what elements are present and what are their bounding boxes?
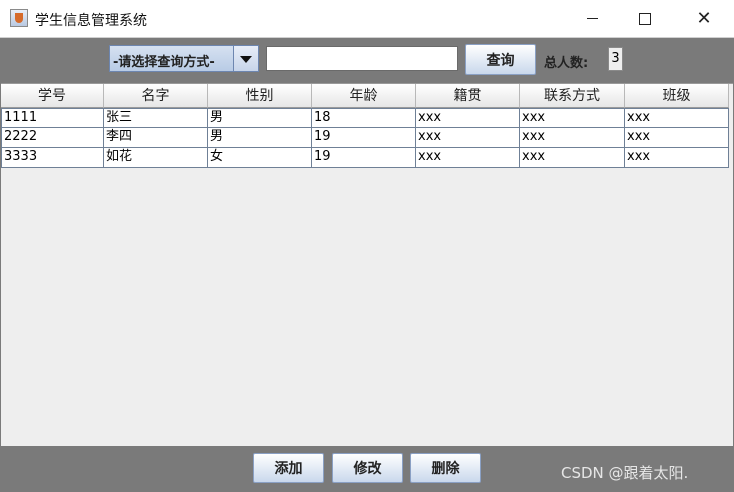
- table-cell[interactable]: 1111: [1, 108, 104, 128]
- table-cell[interactable]: 张三: [104, 108, 208, 128]
- table-cell[interactable]: 李四: [104, 128, 208, 148]
- total-count-label: 总人数:: [544, 56, 589, 71]
- edit-button[interactable]: 修改: [332, 453, 403, 483]
- table-cell[interactable]: 19: [312, 148, 416, 168]
- table-cell[interactable]: 18: [312, 108, 416, 128]
- query-input[interactable]: [266, 46, 458, 71]
- minimize-button[interactable]: [564, 0, 620, 37]
- minimize-icon: [586, 18, 598, 19]
- total-count-value: 3: [608, 47, 623, 71]
- query-button[interactable]: 查询: [465, 44, 536, 75]
- table-cell[interactable]: xxx: [520, 148, 625, 168]
- maximize-button[interactable]: [617, 0, 673, 37]
- table-cell[interactable]: 19: [312, 128, 416, 148]
- table-cell[interactable]: xxx: [625, 128, 729, 148]
- action-bar: 添加 修改 删除 CSDN @跟着太阳.: [0, 446, 734, 492]
- table-cell[interactable]: xxx: [625, 148, 729, 168]
- table-cell[interactable]: 男: [208, 128, 312, 148]
- table-header: 学号 名字 性别 年龄 籍贯 联系方式 班级: [1, 84, 733, 108]
- query-toolbar: -请选择查询方式- 查询 总人数: 3: [0, 38, 734, 83]
- close-icon: ✕: [696, 8, 712, 29]
- column-header-name[interactable]: 名字: [104, 84, 208, 108]
- table-cell[interactable]: xxx: [416, 128, 520, 148]
- table-cell[interactable]: xxx: [416, 148, 520, 168]
- table-cell[interactable]: 2222: [1, 128, 104, 148]
- column-header-contact[interactable]: 联系方式: [520, 84, 625, 108]
- table-row[interactable]: 1111 张三 男 18 xxx xxx xxx: [1, 108, 731, 128]
- column-header-gender[interactable]: 性别: [208, 84, 312, 108]
- table-body: 1111 张三 男 18 xxx xxx xxx 2222 李四 男 19 xx…: [1, 108, 731, 168]
- table-cell[interactable]: 如花: [104, 148, 208, 168]
- close-button[interactable]: ✕: [676, 0, 732, 37]
- table-cell[interactable]: 女: [208, 148, 312, 168]
- table-cell[interactable]: xxx: [520, 108, 625, 128]
- column-header-age[interactable]: 年龄: [312, 84, 416, 108]
- column-header-id[interactable]: 学号: [1, 84, 104, 108]
- add-button[interactable]: 添加: [253, 453, 324, 483]
- table-row[interactable]: 3333 如花 女 19 xxx xxx xxx: [1, 148, 731, 168]
- student-table[interactable]: 学号 名字 性别 年龄 籍贯 联系方式 班级 1111 张三 男 18 xxx …: [1, 83, 733, 447]
- app-window: 学生信息管理系统 ✕ -请选择查询方式- 查询 总人数: 3 学号 名字 性别 …: [0, 0, 734, 492]
- table-cell[interactable]: xxx: [625, 108, 729, 128]
- query-mode-label: -请选择查询方式-: [113, 55, 215, 70]
- table-cell[interactable]: xxx: [520, 128, 625, 148]
- java-cup-icon: [10, 9, 28, 27]
- table-cell[interactable]: xxx: [416, 108, 520, 128]
- title-bar: 学生信息管理系统 ✕: [0, 0, 734, 38]
- query-mode-select[interactable]: -请选择查询方式-: [109, 45, 259, 72]
- maximize-icon: [639, 12, 651, 25]
- column-header-class[interactable]: 班级: [625, 84, 729, 108]
- chevron-down-icon[interactable]: [233, 46, 258, 71]
- delete-button[interactable]: 删除: [410, 453, 481, 483]
- table-cell[interactable]: 男: [208, 108, 312, 128]
- table-row[interactable]: 2222 李四 男 19 xxx xxx xxx: [1, 128, 731, 148]
- column-header-hometown[interactable]: 籍贯: [416, 84, 520, 108]
- table-cell[interactable]: 3333: [1, 148, 104, 168]
- watermark-text: CSDN @跟着太阳.: [561, 464, 689, 482]
- window-title: 学生信息管理系统: [35, 13, 147, 29]
